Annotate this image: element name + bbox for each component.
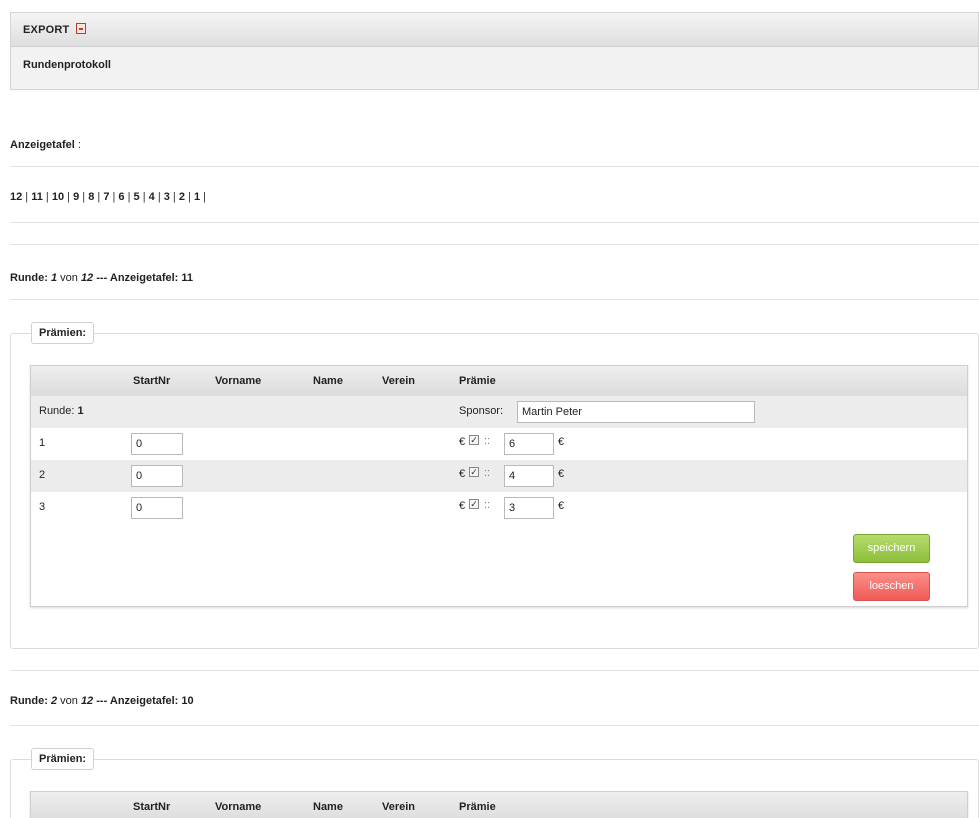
place-number: 2 xyxy=(39,469,46,481)
export-panel: EXPORT Rundenprotokoll xyxy=(10,12,979,90)
nav-separator: | xyxy=(124,191,134,203)
runde-label: Runde: xyxy=(10,695,51,707)
nav-separator: | xyxy=(42,191,52,203)
save-button[interactable]: speichern xyxy=(853,534,930,563)
tafel-label: Anzeigetafel: xyxy=(109,695,182,707)
colon-separator: :: xyxy=(484,467,491,479)
nav-separator: | xyxy=(184,191,194,203)
colon-separator: :: xyxy=(484,435,491,447)
amount-input[interactable] xyxy=(504,497,554,519)
tafel-number: 11 xyxy=(181,272,194,284)
divider xyxy=(10,670,979,671)
table-row: 3 € ✓ :: € xyxy=(31,492,967,524)
col-startnr: StartNr xyxy=(133,375,171,387)
col-startnr: StartNr xyxy=(133,801,171,813)
table-row: 1 € ✓ :: € xyxy=(31,428,967,460)
round-row-label: Runde: 1 xyxy=(39,405,84,417)
round-row: Runde: 1 Sponsor: xyxy=(31,396,967,428)
tafel-link-10[interactable]: 10 xyxy=(52,191,64,203)
tafel-link-11[interactable]: 11 xyxy=(31,191,43,203)
col-verein: Verein xyxy=(382,375,416,387)
col-vorname: Vorname xyxy=(215,375,262,387)
nav-separator: | xyxy=(64,191,74,203)
von-label: von xyxy=(57,695,81,707)
divider xyxy=(10,166,979,167)
euro-symbol: € xyxy=(459,500,466,512)
praemien-table-round-2: StartNr Vorname Name Verein Prämie xyxy=(30,791,968,818)
runde-total: 12 xyxy=(80,695,94,707)
amount-input[interactable] xyxy=(504,465,554,487)
sponsor-label: Sponsor: xyxy=(459,405,504,417)
export-title: EXPORT xyxy=(23,24,70,36)
praemie-checkbox[interactable]: ✓ xyxy=(469,467,479,477)
euro-unit: € xyxy=(558,468,565,480)
praemie-checkbox[interactable]: ✓ xyxy=(469,499,479,509)
divider xyxy=(10,222,979,223)
nav-separator: | xyxy=(22,191,32,203)
anzeigetafel-label: Anzeigetafel xyxy=(10,139,75,151)
round-2-heading: Runde: 2 von 12 --- Anzeigetafel: 10 xyxy=(10,695,194,707)
round-1-heading: Runde: 1 von 12 --- Anzeigetafel: 11 xyxy=(10,272,193,284)
praemien-legend: Prämien: xyxy=(31,322,95,344)
runde-total: 12 xyxy=(80,272,94,284)
col-praemie: Prämie xyxy=(459,801,496,813)
dash-separator: --- xyxy=(93,695,110,707)
von-label: von xyxy=(57,272,81,284)
place-number: 3 xyxy=(39,501,46,513)
runde-label: Runde: xyxy=(10,272,51,284)
divider xyxy=(10,299,979,300)
amount-input[interactable] xyxy=(504,433,554,455)
euro-unit: € xyxy=(558,436,565,448)
col-name: Name xyxy=(313,801,343,813)
nav-separator: | xyxy=(169,191,179,203)
col-name: Name xyxy=(313,375,343,387)
sponsor-input[interactable] xyxy=(517,401,755,423)
place-number: 1 xyxy=(39,437,46,449)
delete-button[interactable]: loeschen xyxy=(853,572,930,601)
tafel-number: 10 xyxy=(181,695,194,707)
praemie-checkbox[interactable]: ✓ xyxy=(469,435,479,445)
euro-symbol: € xyxy=(459,436,466,448)
col-praemie: Prämie xyxy=(459,375,496,387)
nav-separator: | xyxy=(200,191,207,203)
divider xyxy=(10,244,979,245)
nav-separator: | xyxy=(79,191,89,203)
praemien-legend: Prämien: xyxy=(31,748,95,770)
pdf-icon[interactable] xyxy=(75,23,86,34)
startnr-input[interactable] xyxy=(131,465,183,487)
euro-symbol: € xyxy=(459,468,466,480)
tafel-link-12[interactable]: 12 xyxy=(10,191,22,203)
dash-separator: --- xyxy=(93,272,110,284)
nav-separator: | xyxy=(94,191,104,203)
praemien-table-round-1: StartNr Vorname Name Verein Prämie Runde… xyxy=(30,365,968,607)
colon-separator: :: xyxy=(484,499,491,511)
anzeigetafel-heading: Anzeigetafel : xyxy=(10,139,81,151)
nav-separator: | xyxy=(139,191,149,203)
startnr-input[interactable] xyxy=(131,497,183,519)
table-header: StartNr Vorname Name Verein Prämie xyxy=(31,366,967,396)
export-item-rundenprotokoll[interactable]: Rundenprotokoll xyxy=(11,47,978,71)
export-header: EXPORT xyxy=(11,13,978,47)
anzeigetafel-nav: 12 | 11 | 10 | 9 | 8 | 7 | 6 | 5 | 4 | 3… xyxy=(10,191,206,203)
table-header: StartNr Vorname Name Verein Prämie xyxy=(31,792,967,818)
nav-separator: | xyxy=(154,191,164,203)
divider xyxy=(10,725,979,726)
anzeigetafel-suffix: : xyxy=(74,139,81,151)
round-row-text: Runde: xyxy=(39,405,78,417)
euro-unit: € xyxy=(558,500,565,512)
table-row: 2 € ✓ :: € xyxy=(31,460,967,492)
col-verein: Verein xyxy=(382,801,416,813)
col-vorname: Vorname xyxy=(215,801,262,813)
tafel-label: Anzeigetafel: xyxy=(109,272,182,284)
round-row-number: 1 xyxy=(77,405,84,417)
startnr-input[interactable] xyxy=(131,433,183,455)
